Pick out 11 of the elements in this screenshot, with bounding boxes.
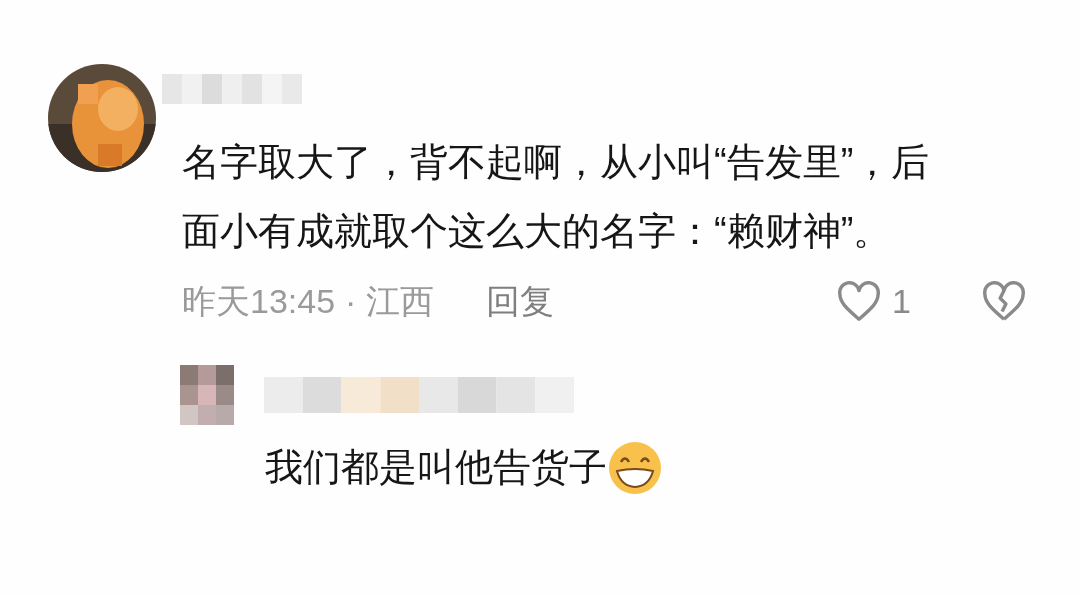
comment-text: 名字取大了，背不起啊，从小叫“告发里”，后面小有成就取个这么大的名字：“赖财神”。 (182, 140, 931, 254)
like-count: 1 (892, 281, 911, 322)
broken-heart-icon[interactable] (981, 280, 1027, 323)
reply-button[interactable]: 回复 (486, 276, 555, 327)
comment-time: 昨天13:45 (182, 281, 336, 322)
reply-text: 我们都是叫他告货子 (265, 445, 607, 490)
comment-location: 江西 (366, 281, 435, 322)
blurred-avatar (180, 365, 234, 425)
separator-dot: · (345, 281, 357, 322)
grinning-face-icon (607, 439, 663, 496)
heart-icon[interactable] (836, 280, 883, 323)
